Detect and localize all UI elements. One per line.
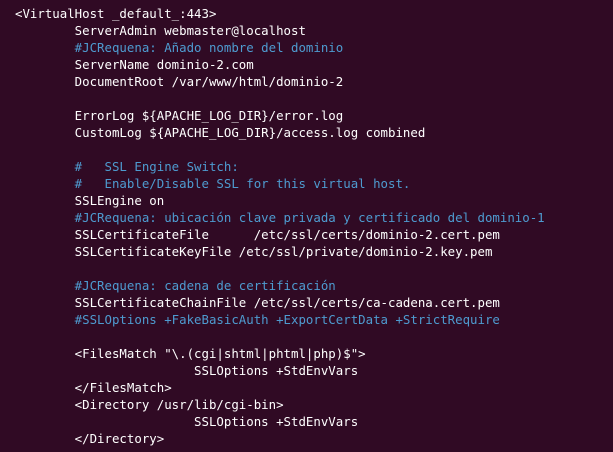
code-line-custom-log: CustomLog ${APACHE_LOG_DIR}/access.log c… [15, 125, 426, 140]
code-line-comment-ssl-options: #SSLOptions +FakeBasicAuth +ExportCertDa… [15, 312, 500, 327]
code-line-files-match-close: </FilesMatch> [15, 380, 172, 395]
code-line-error-log: ErrorLog ${APACHE_LOG_DIR}/error.log [15, 108, 344, 123]
code-line-server-admin: ServerAdmin webmaster@localhost [15, 23, 306, 38]
code-line-ssl-certificate-key-file: SSLCertificateKeyFile /etc/ssl/private/d… [15, 244, 493, 259]
code-line-ssl-certificate-file: SSLCertificateFile /etc/ssl/certs/domini… [15, 227, 500, 242]
code-line-directory-open: <Directory /usr/lib/cgi-bin> [15, 397, 284, 412]
code-line-comment-chain: #JCRequena: cadena de certificación [15, 278, 336, 293]
code-line-ssl-certificate-chain-file: SSLCertificateChainFile /etc/ssl/certs/c… [15, 295, 500, 310]
code-line-ssl-options-files: SSLOptions +StdEnvVars [15, 363, 359, 378]
code-line-document-root: DocumentRoot /var/www/html/dominio-2 [15, 74, 344, 89]
code-line-directory-close: </Directory> [15, 431, 165, 446]
code-line-comment-ssl-switch: # SSL Engine Switch: [15, 159, 239, 174]
code-line-ssl-engine: SSLEngine on [15, 193, 165, 208]
code-line-comment-key-location: #JCRequena: ubicación clave privada y ce… [15, 210, 545, 225]
code-line-virtualhost-open: <VirtualHost _default_:443> [15, 6, 217, 21]
apache-config-text: <VirtualHost _default_:443> ServerAdmin … [15, 5, 613, 447]
code-line-ssl-options-directory: SSLOptions +StdEnvVars [15, 414, 359, 429]
terminal-window[interactable]: <VirtualHost _default_:443> ServerAdmin … [0, 0, 613, 452]
code-line-files-match-open: <FilesMatch "\.(cgi|shtml|phtml|php)$"> [15, 346, 366, 361]
code-line-server-name: ServerName dominio-2.com [15, 57, 254, 72]
code-line-comment-ssl-enable: # Enable/Disable SSL for this virtual ho… [15, 176, 411, 191]
code-line-comment-domain-name: #JCRequena: Añado nombre del dominio [15, 40, 344, 55]
